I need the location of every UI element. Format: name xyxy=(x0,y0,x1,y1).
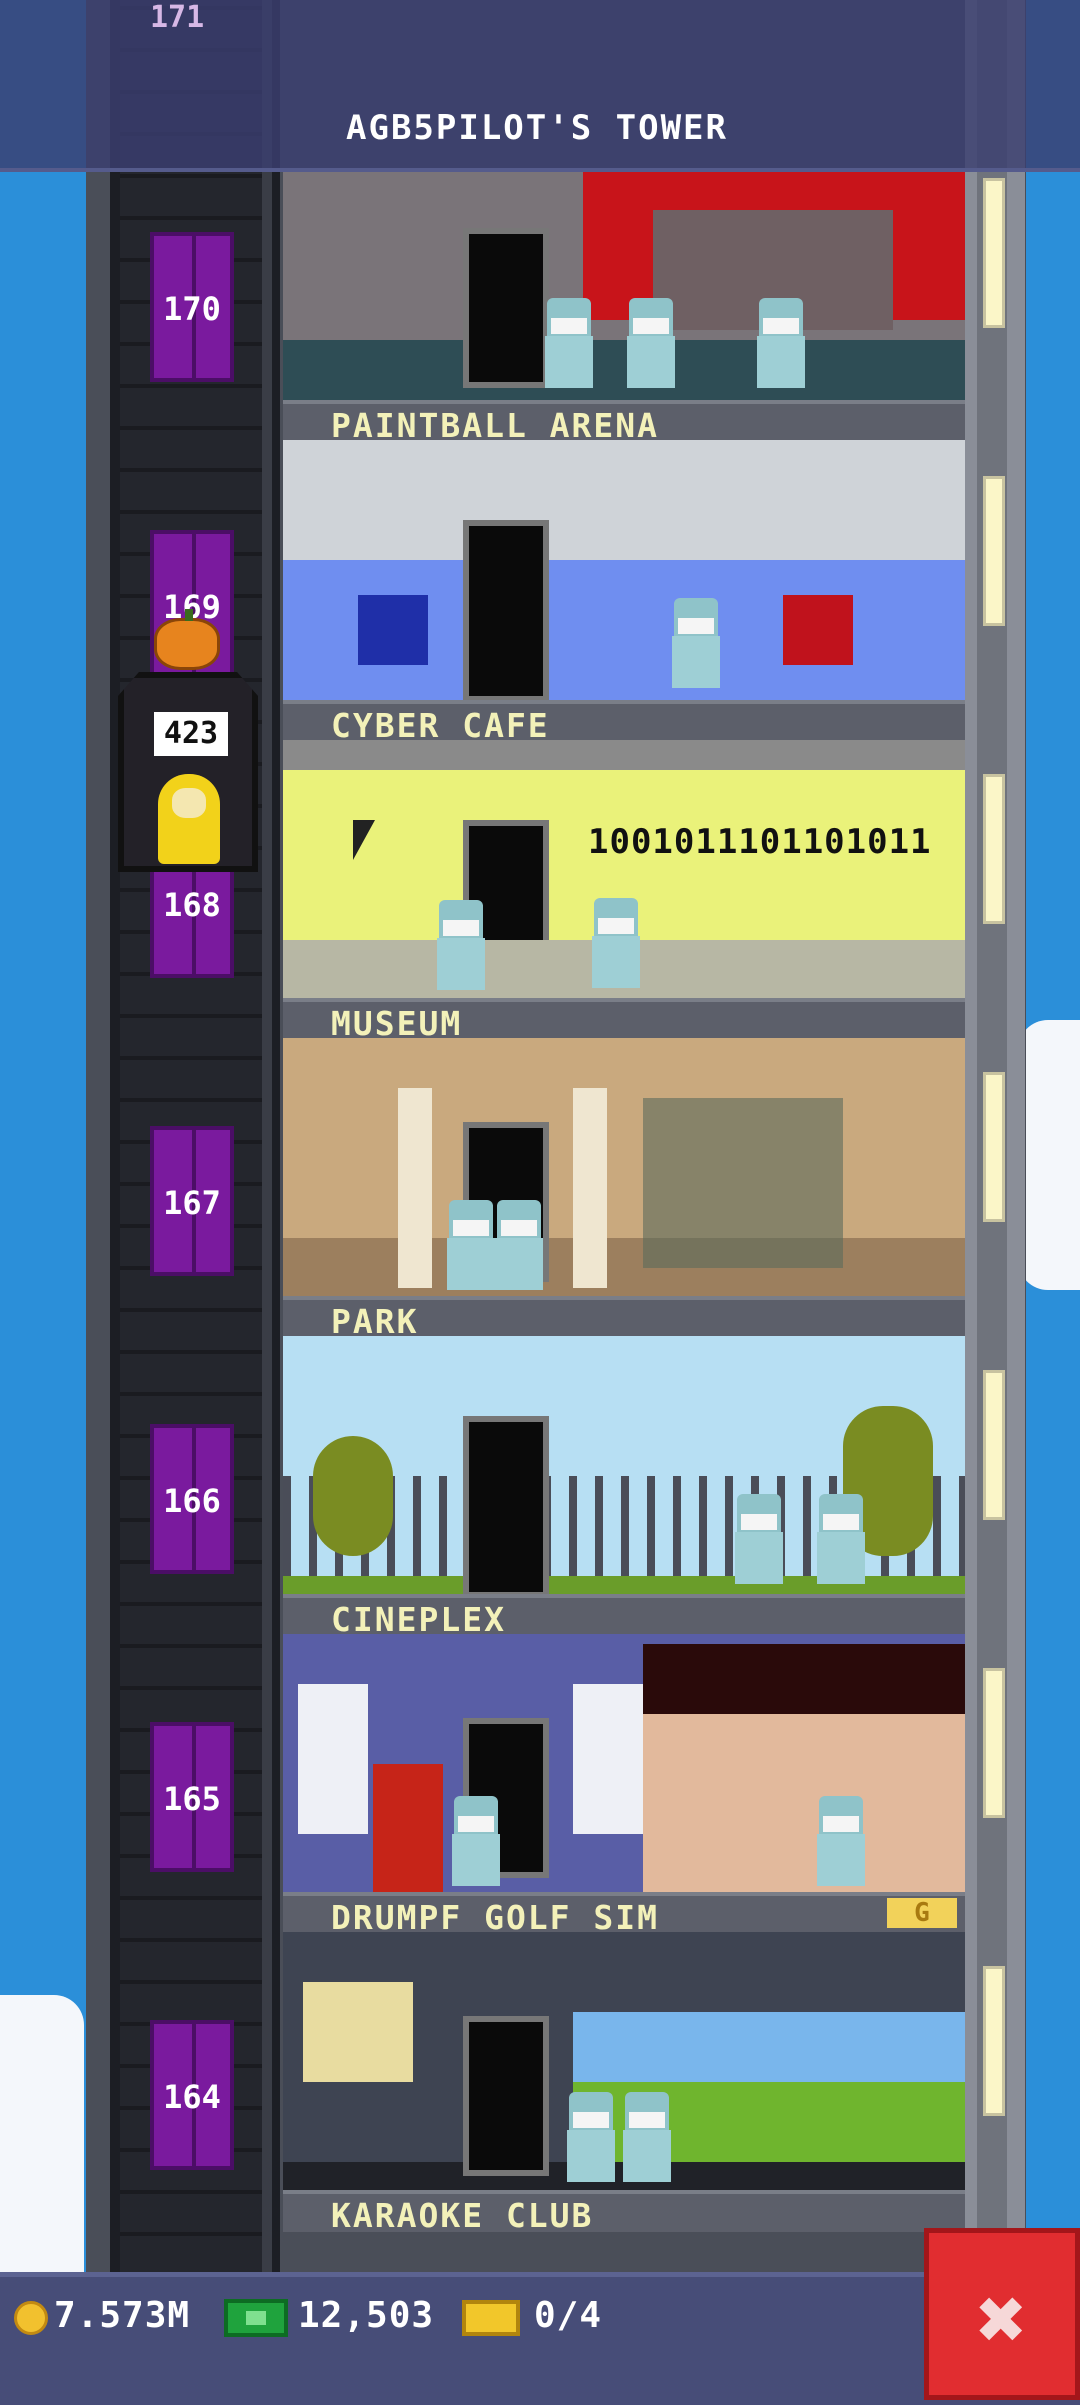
golden-floor-badge: G xyxy=(887,1898,957,1928)
tower-window xyxy=(983,1072,1005,1222)
worker-person xyxy=(813,1796,869,1886)
tower-window xyxy=(983,1668,1005,1818)
floor-room-paintball-arena[interactable] xyxy=(283,170,965,402)
cloud xyxy=(1018,1020,1080,1290)
floor-room-karaoke-club[interactable] xyxy=(283,1932,965,2194)
floor-label: CYBER CAFE xyxy=(283,700,965,745)
coin-icon xyxy=(14,2301,48,2335)
worker-person xyxy=(588,898,644,988)
elevator-floor-number: 168 xyxy=(163,886,221,924)
worker-person xyxy=(448,1796,504,1886)
elevator-passenger xyxy=(158,774,220,864)
ticket-count: 0/4 xyxy=(534,2295,603,2336)
floor-label: PARK xyxy=(283,1296,965,1341)
tower-window xyxy=(983,1370,1005,1520)
tower-title[interactable]: AGB5PILOT'S TOWER xyxy=(346,108,728,148)
pumpkin-decoration xyxy=(154,609,220,670)
room-door xyxy=(463,2016,549,2176)
cloud xyxy=(0,1995,84,2275)
elevator-floor-number: 166 xyxy=(163,1482,221,1520)
worker-person xyxy=(623,298,679,388)
worker-person xyxy=(619,2092,675,2182)
top-floor-number: 171 xyxy=(150,0,205,35)
elevator-floor-number: 170 xyxy=(163,290,221,328)
golden-ticket-icon xyxy=(462,2300,520,2336)
close-button[interactable]: ✖ xyxy=(924,2228,1080,2400)
bux-balance: 12,503 xyxy=(298,2295,435,2336)
elevator-rail xyxy=(262,0,272,2400)
tower-window xyxy=(983,774,1005,924)
tower-window xyxy=(983,1966,1005,2116)
elevator-capacity-counter: 423 xyxy=(154,712,228,756)
worker-person xyxy=(491,1200,547,1290)
worker-person xyxy=(563,2092,619,2182)
worker-person xyxy=(753,298,809,388)
worker-person xyxy=(731,1494,787,1584)
top-header: 171 AGB5PILOT'S TOWER xyxy=(0,0,1080,172)
floor-room-drumpf-golf-sim[interactable] xyxy=(283,1634,965,1896)
floor-label: KARAOKE CLUB xyxy=(283,2190,965,2235)
coin-balance: 7.573M xyxy=(54,2295,191,2336)
tower-window xyxy=(983,178,1005,328)
worker-person xyxy=(433,900,489,990)
floor-room-park[interactable] xyxy=(283,1038,965,1300)
close-icon: ✖ xyxy=(976,2270,1028,2368)
room-door xyxy=(463,228,549,388)
elevator-floor-number: 164 xyxy=(163,2078,221,2116)
room-door xyxy=(463,1416,549,1598)
resource-bar xyxy=(0,2272,1080,2405)
worker-person xyxy=(541,298,597,388)
worker-person xyxy=(668,598,724,688)
floor-room-cyber-cafe[interactable] xyxy=(283,440,965,702)
floor-label: DRUMPF GOLF SIM G xyxy=(283,1892,965,1937)
tower-bux-icon xyxy=(224,2299,288,2337)
tower-window xyxy=(983,476,1005,626)
elevator-floor-number: 165 xyxy=(163,1780,221,1818)
elevator-floor-number: 167 xyxy=(163,1184,221,1222)
floor-label: CINEPLEX xyxy=(283,1594,965,1639)
floor-label: MUSEUM xyxy=(283,998,965,1043)
floor-room-museum[interactable]: 1001011101101011 xyxy=(283,740,965,1002)
binary-display: 1001011101101011 xyxy=(588,822,932,862)
worker-person xyxy=(813,1494,869,1584)
room-door xyxy=(463,520,549,702)
floor-room-cineplex[interactable] xyxy=(283,1336,965,1598)
floor-label: PAINTBALL ARENA xyxy=(283,400,965,445)
